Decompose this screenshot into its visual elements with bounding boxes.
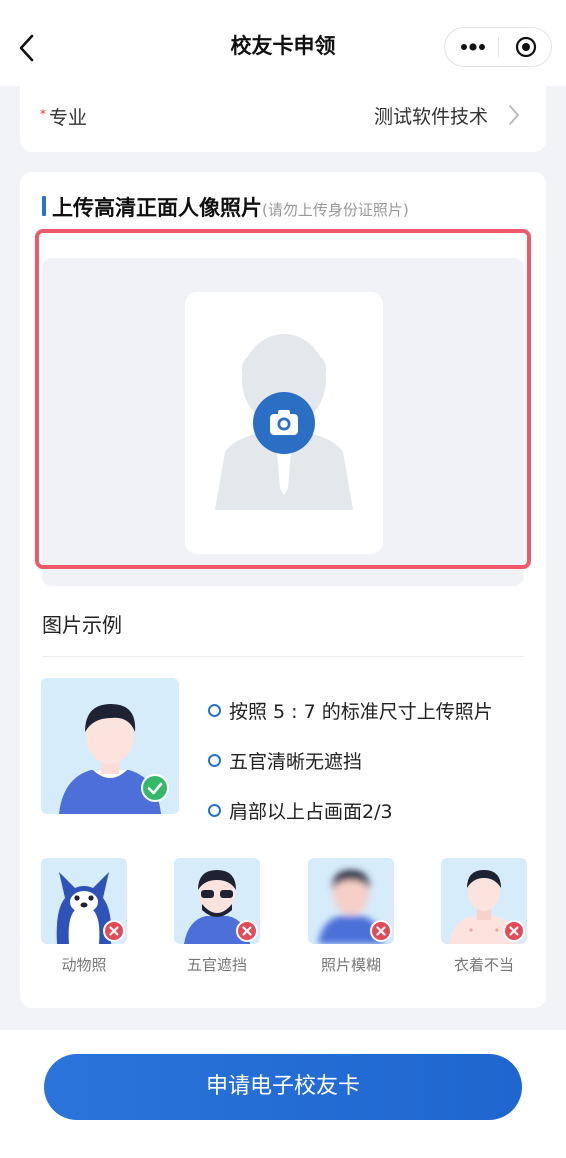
bullet-icon xyxy=(208,803,221,817)
rule-item: 五官清晰无遮挡 xyxy=(208,735,493,785)
bad-example-covered: 五官遮挡 xyxy=(174,858,260,975)
chevron-right-icon xyxy=(509,105,519,125)
bottom-bar: 申请电子校友卡 xyxy=(0,1030,566,1158)
upload-title: 上传高清正面人像照片(请勿上传身份证照片) xyxy=(52,192,409,222)
major-label-text: 专业 xyxy=(49,107,88,129)
major-label: * 专业 xyxy=(40,103,87,130)
bad-example-caption: 五官遮挡 xyxy=(186,956,247,974)
major-card[interactable]: * 专业 测试软件技术 xyxy=(20,76,546,152)
apply-card-button[interactable]: 申请电子校友卡 xyxy=(44,1054,522,1120)
capsule-divider xyxy=(498,37,499,57)
bullet-icon xyxy=(208,753,221,767)
blurry-photo-icon xyxy=(308,858,394,944)
rule-item: 按照 5 : 7 的标准尺寸上传照片 xyxy=(208,685,493,735)
error-icon xyxy=(103,920,125,942)
error-icon xyxy=(236,920,258,942)
bad-example-clothing: 衣着不当 xyxy=(441,858,527,975)
rule-item: 肩部以上占画面2/3 xyxy=(208,785,493,835)
shirtless-photo-icon xyxy=(441,858,527,944)
sunglasses-photo-icon xyxy=(174,858,260,944)
good-sample-photo xyxy=(41,678,179,814)
bad-example-animal: 动物照 xyxy=(41,858,127,975)
error-icon xyxy=(503,920,525,942)
upload-note: (请勿上传身份证照片) xyxy=(262,201,409,219)
animal-photo-icon xyxy=(41,858,127,944)
photo-rules: 按照 5 : 7 的标准尺寸上传照片 五官清晰无遮挡 肩部以上占画面2/3 xyxy=(208,685,493,835)
bullet-icon xyxy=(208,703,221,717)
major-value: 测试软件技术 xyxy=(373,106,488,128)
section-divider xyxy=(42,656,524,657)
examples-title: 图片示例 xyxy=(42,613,122,637)
bad-example-caption: 照片模糊 xyxy=(320,956,381,974)
bad-example-caption: 衣着不当 xyxy=(453,956,514,974)
upload-card: 上传高清正面人像照片(请勿上传身份证照片) 图片示例 按照 5: 7 的标准尺… xyxy=(20,172,546,1008)
close-miniprogram-icon[interactable] xyxy=(515,36,537,58)
rule-text: 按照 5 : 7 的标准尺寸上传照片 xyxy=(229,700,493,723)
upload-highlight-frame xyxy=(35,229,531,569)
section-accent-bar xyxy=(42,196,46,216)
navigation-bar: 校友卡申领 xyxy=(0,0,566,86)
more-icon[interactable] xyxy=(460,43,486,51)
bad-example-caption: 动物照 xyxy=(61,956,107,974)
required-mark: * xyxy=(40,107,46,121)
upload-title-text: 上传高清正面人像照片 xyxy=(52,196,262,220)
error-icon xyxy=(370,920,392,942)
bad-examples: 动物照 五官遮挡 照片模糊 衣着不当 xyxy=(41,858,527,978)
rule-text: 肩部以上占画面2/3 xyxy=(229,800,393,823)
bad-example-blurry: 照片模糊 xyxy=(308,858,394,975)
check-icon xyxy=(141,774,169,802)
mini-program-capsule xyxy=(444,27,552,67)
rule-text: 五官清晰无遮挡 xyxy=(229,750,363,773)
